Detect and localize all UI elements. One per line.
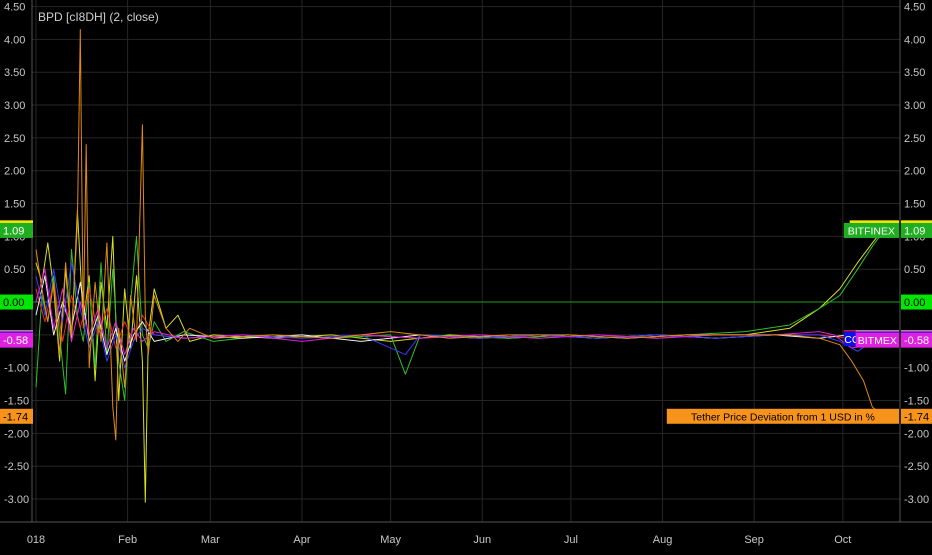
- indicator-title[interactable]: BPD [cI8DH] (2, close): [38, 10, 159, 24]
- left-value-badge: 1.09: [3, 225, 24, 237]
- right-value-badge: 0.00: [904, 297, 925, 309]
- y-tick-label-right: -3.00: [904, 494, 929, 506]
- x-tick-label: Oct: [834, 534, 851, 546]
- y-tick-label-left: 3.50: [4, 67, 25, 79]
- y-tick-label-right: 3.50: [904, 67, 925, 79]
- y-tick-label-left: -1.00: [4, 363, 29, 375]
- x-tick-label: Aug: [653, 534, 673, 546]
- y-tick-label-right: -1.50: [904, 396, 929, 408]
- y-tick-label-right: -1.00: [904, 363, 929, 375]
- y-tick-label-left: 2.00: [4, 166, 25, 178]
- left-value-badge: 0.00: [3, 297, 24, 309]
- y-tick-label-right: 4.50: [904, 2, 925, 14]
- y-tick-label-left: 2.50: [4, 133, 25, 145]
- right-value-badge: 1.09: [904, 225, 925, 237]
- y-tick-label-left: 4.50: [4, 2, 25, 14]
- y-tick-label-left: 3.00: [4, 100, 25, 112]
- x-tick-label: Jun: [473, 534, 491, 546]
- y-tick-label-right: -2.50: [904, 461, 929, 473]
- chart-container: 4.50 4.50 4.00 4.00 3.50 3.50 3.00 3.00 2.50 2.50…: [0, 0, 932, 550]
- x-tick-label: Apr: [293, 534, 310, 546]
- series-name-label: BITMEX: [858, 335, 897, 347]
- y-tick-label-right: 4.00: [904, 34, 925, 46]
- x-tick-label: Sep: [744, 534, 764, 546]
- y-tick-label-left: 1.50: [4, 199, 25, 211]
- series-name-label: Tether Price Deviation from 1 USD in %: [691, 411, 875, 423]
- x-tick-label: May: [380, 534, 401, 546]
- y-tick-label-left: -2.50: [4, 461, 29, 473]
- x-tick-label: Jul: [564, 534, 578, 546]
- chart-background: [0, 0, 932, 550]
- y-tick-label-right: 2.50: [904, 133, 925, 145]
- y-tick-label-right: -2.00: [904, 428, 929, 440]
- y-tick-label-left: -3.00: [4, 494, 29, 506]
- y-tick-label-left: 0.50: [4, 264, 25, 276]
- y-tick-label-right: 2.00: [904, 166, 925, 178]
- left-value-badge: -0.58: [3, 335, 28, 347]
- y-tick-label-right: 1.50: [904, 199, 925, 211]
- right-value-badge: -0.58: [904, 335, 929, 347]
- y-tick-label-right: 3.00: [904, 100, 925, 112]
- x-tick-label: Feb: [118, 534, 137, 546]
- y-tick-label-left: 4.00: [4, 34, 25, 46]
- chart-svg: 4.50 4.50 4.00 4.00 3.50 3.50 3.00 3.00 2.50 2.50…: [0, 0, 932, 550]
- left-value-badge: -1.74: [3, 411, 28, 423]
- y-tick-label-left: -1.50: [4, 396, 29, 408]
- y-tick-label-left: -2.00: [4, 428, 29, 440]
- series-name-label: BITFINEX: [848, 225, 895, 237]
- right-value-badge: -1.74: [904, 411, 929, 423]
- x-tick-label: Mar: [201, 534, 220, 546]
- x-tick-label: 018: [27, 534, 45, 546]
- y-tick-label-right: 0.50: [904, 264, 925, 276]
